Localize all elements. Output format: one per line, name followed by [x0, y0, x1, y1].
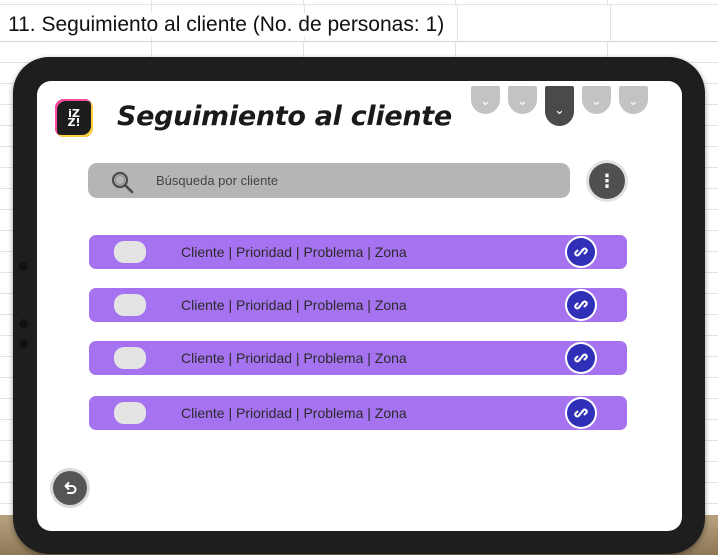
row-toggle[interactable] — [114, 294, 146, 316]
more-options-button[interactable]: ⋮ — [589, 163, 625, 199]
app-logo-text: iZ Z! — [67, 107, 84, 129]
row-label: Cliente | Prioridad | Problema | Zona — [181, 297, 407, 313]
row-toggle[interactable] — [114, 402, 146, 424]
undo-icon — [64, 482, 77, 494]
link-button[interactable] — [567, 344, 595, 372]
tablet-camera — [19, 339, 28, 348]
app-logo: iZ Z! — [55, 99, 93, 137]
list-item[interactable]: Cliente | Prioridad | Problema | Zona — [89, 235, 627, 269]
page-title: Seguimiento al cliente — [117, 101, 452, 132]
chevron-down-icon: ⌄ — [628, 92, 639, 108]
more-vertical-icon: ⋮ — [598, 170, 616, 192]
tab-4[interactable]: ⌄ — [582, 86, 611, 114]
row-toggle[interactable] — [114, 241, 146, 263]
list-item[interactable]: Cliente | Prioridad | Problema | Zona — [89, 341, 627, 375]
back-button[interactable] — [53, 471, 87, 505]
column-divider — [610, 5, 611, 41]
spreadsheet-header-row: 11. Seguimiento al cliente (No. de perso… — [0, 4, 718, 42]
tablet-camera — [19, 262, 28, 271]
link-icon — [574, 300, 588, 310]
link-button[interactable] — [567, 238, 595, 266]
chevron-down-icon: ⌄ — [480, 92, 491, 108]
tab-2[interactable]: ⌄ — [508, 86, 537, 114]
list-item[interactable]: Cliente | Prioridad | Problema | Zona — [89, 288, 627, 322]
link-icon — [574, 353, 588, 363]
link-button[interactable] — [567, 291, 595, 319]
sheet-cell-title[interactable]: 11. Seguimiento al cliente (No. de perso… — [8, 13, 453, 37]
search-bar — [88, 163, 570, 198]
tablet-camera — [19, 319, 28, 328]
tab-bar: ⌄ ⌄ ⌄ ⌄ ⌄ — [471, 86, 648, 130]
row-toggle[interactable] — [114, 347, 146, 369]
tab-1[interactable]: ⌄ — [471, 86, 500, 114]
column-divider — [457, 5, 458, 41]
row-label: Cliente | Prioridad | Problema | Zona — [181, 350, 407, 366]
list-item[interactable]: Cliente | Prioridad | Problema | Zona — [89, 396, 627, 430]
link-icon — [574, 247, 588, 257]
row-label: Cliente | Prioridad | Problema | Zona — [181, 405, 407, 421]
search-icon — [111, 171, 134, 194]
chevron-down-icon: ⌄ — [591, 92, 602, 108]
search-input[interactable] — [156, 163, 556, 198]
link-icon — [574, 408, 588, 418]
link-button[interactable] — [567, 399, 595, 427]
row-label: Cliente | Prioridad | Problema | Zona — [181, 244, 407, 260]
chevron-down-icon: ⌄ — [517, 92, 528, 108]
tab-5[interactable]: ⌄ — [619, 86, 648, 114]
tablet-device: iZ Z! Seguimiento al cliente ⌄ ⌄ ⌄ ⌄ ⌄ ⋮… — [13, 57, 705, 554]
app-screen: iZ Z! Seguimiento al cliente ⌄ ⌄ ⌄ ⌄ ⌄ ⋮… — [37, 81, 682, 531]
chevron-down-icon: ⌄ — [554, 101, 565, 117]
tab-3-active[interactable]: ⌄ — [545, 86, 574, 126]
